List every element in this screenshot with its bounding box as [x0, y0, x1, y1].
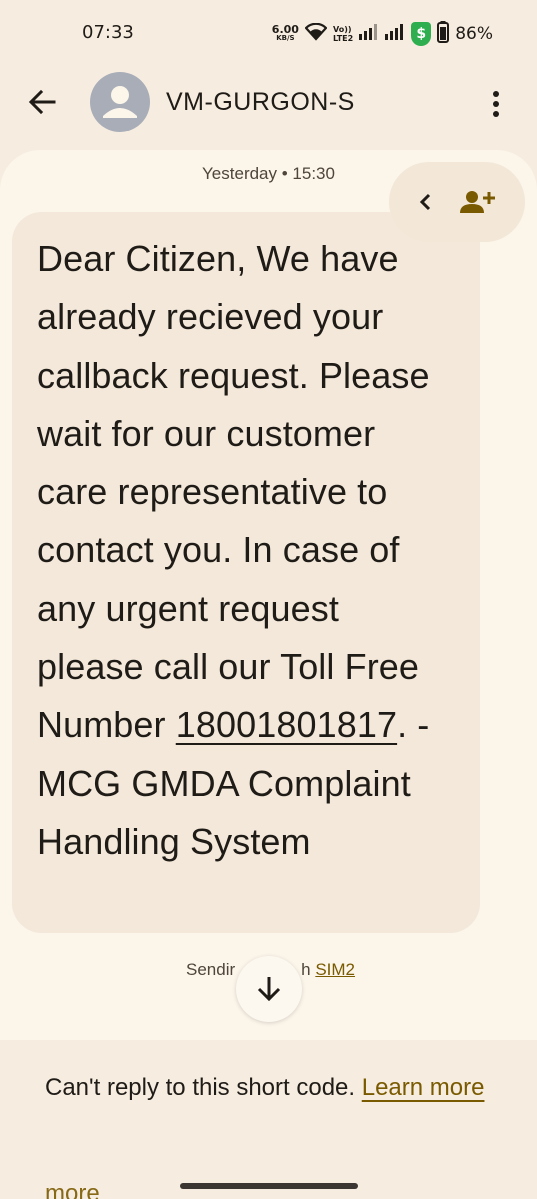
signal-icon	[359, 23, 379, 45]
reply-footer: Can't reply to this short code. Learn mo…	[0, 1040, 537, 1199]
add-contact-icon	[460, 191, 495, 213]
short-code-notice: Can't reply to this short code. Learn mo…	[45, 1068, 505, 1108]
more-options-button[interactable]	[481, 86, 511, 122]
avatar[interactable]	[90, 72, 150, 132]
collapse-button[interactable]	[411, 188, 439, 216]
home-indicator[interactable]	[180, 1183, 358, 1189]
volte-indicator: Vo)) LTE2	[333, 25, 353, 43]
battery-icon	[437, 20, 450, 48]
footer-ghost-text: more	[45, 1180, 100, 1199]
conversation-area[interactable]: Yesterday • 15:30 Dear Citizen, We have …	[0, 150, 537, 1040]
contact-name[interactable]: VM-GURGON-S	[166, 88, 355, 117]
arrow-down-icon	[257, 977, 281, 1002]
sim-label[interactable]: SIM2	[315, 960, 355, 979]
net-speed: 6.00 KB/S	[271, 23, 299, 43]
person-icon	[103, 86, 137, 118]
status-icons: 6.00 KB/S Vo)) LTE2 $ 86%	[272, 20, 493, 48]
contact-actions-pill	[389, 162, 525, 242]
status-time: 07:33	[82, 22, 134, 43]
wifi-icon	[304, 22, 328, 46]
net-speed-value: 6.00	[271, 23, 299, 36]
add-contact-button[interactable]	[457, 184, 497, 220]
app-bar: VM-GURGON-S	[0, 68, 537, 148]
phone-number-link[interactable]: 18001801817	[176, 704, 397, 745]
signal-icon-2	[385, 23, 405, 45]
chevron-left-icon	[419, 193, 431, 211]
message-body-part1: Dear Citizen, We have already recieved y…	[37, 238, 430, 746]
notice-text: Can't reply to this short code.	[45, 1074, 362, 1101]
status-bar: 07:33 6.00 KB/S Vo)) LTE2 $ 86%	[0, 0, 537, 68]
net-speed-unit: KB/S	[276, 34, 295, 42]
scroll-to-bottom-button[interactable]	[236, 956, 302, 1022]
back-button[interactable]	[24, 84, 60, 120]
learn-more-link[interactable]: Learn more	[362, 1074, 485, 1101]
more-vert-icon	[493, 91, 499, 117]
shield-icon: $	[411, 22, 432, 46]
volte-top: Vo))	[332, 25, 352, 34]
sending-prefix: Sendir	[186, 960, 236, 979]
back-arrow-icon	[28, 89, 56, 115]
battery-percent: 86%	[455, 24, 493, 44]
sending-suffix: h	[301, 960, 316, 979]
message-bubble[interactable]: Dear Citizen, We have already recieved y…	[12, 212, 480, 933]
message-text: Dear Citizen, We have already recieved y…	[37, 230, 454, 871]
volte-bottom: LTE2	[332, 34, 354, 43]
